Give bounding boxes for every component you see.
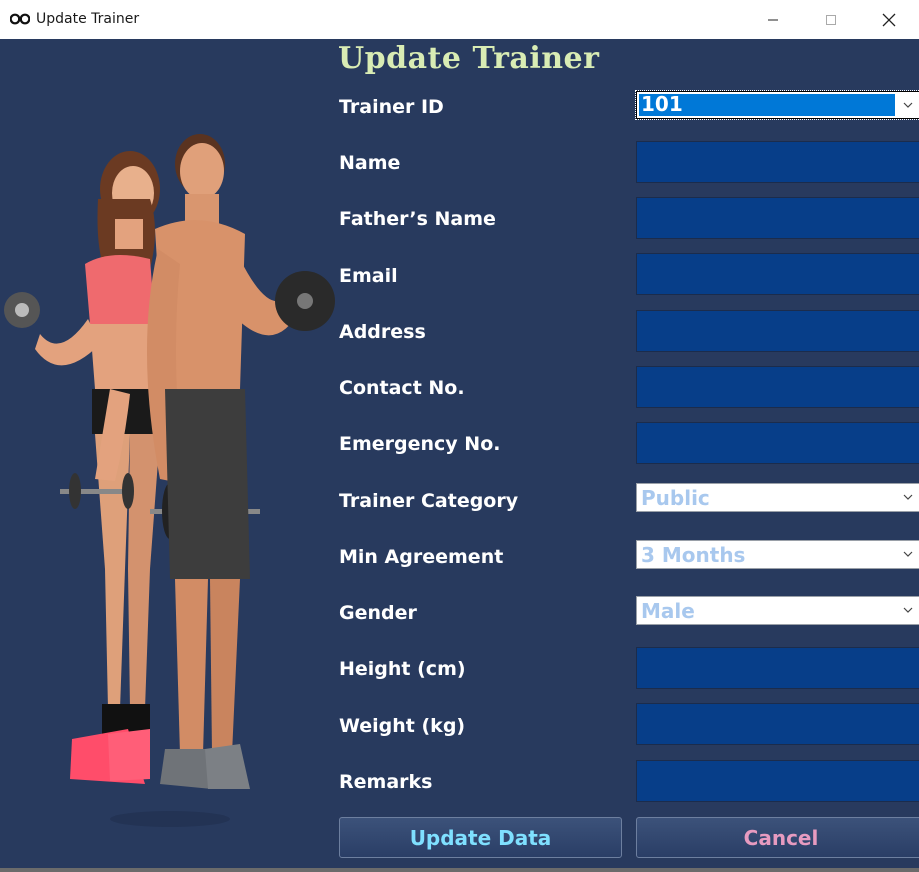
cancel-button[interactable]: Cancel	[636, 817, 919, 858]
emergency-no-label: Emergency No.	[339, 433, 501, 455]
remarks-field[interactable]	[636, 760, 919, 802]
chevron-down-icon	[903, 607, 913, 613]
address-field[interactable]	[636, 310, 919, 352]
trainer-id-label: Trainer ID	[339, 96, 444, 118]
dumbbell-icon	[10, 13, 30, 25]
contact-no-field[interactable]	[636, 366, 919, 408]
minimize-icon	[768, 19, 778, 20]
gender-combo[interactable]: Male	[636, 596, 919, 625]
chevron-down-icon	[903, 551, 913, 557]
update-data-button[interactable]: Update Data	[339, 817, 622, 858]
title-bar: Update Trainer	[0, 0, 919, 39]
gender-label: Gender	[339, 602, 417, 624]
window-title: Update Trainer	[36, 11, 140, 27]
minimize-button[interactable]	[750, 0, 796, 39]
min-agreement-value: 3 Months	[641, 543, 746, 567]
form-panel: Update Trainer Trainer ID 101 Name Fathe…	[0, 39, 919, 868]
height-field[interactable]	[636, 647, 919, 689]
height-label: Height (cm)	[339, 658, 466, 680]
weight-field[interactable]	[636, 703, 919, 745]
close-icon	[882, 13, 896, 26]
gender-value: Male	[641, 599, 695, 623]
name-label: Name	[339, 152, 401, 174]
min-agreement-combo[interactable]: 3 Months	[636, 540, 919, 569]
trainer-category-combo[interactable]: Public	[636, 483, 919, 512]
fitness-couple-image	[4, 134, 335, 827]
close-button[interactable]	[866, 0, 912, 39]
weight-label: Weight (kg)	[339, 715, 466, 737]
emergency-no-field[interactable]	[636, 422, 919, 464]
fathers-name-label: Father’s Name	[339, 208, 496, 230]
email-field[interactable]	[636, 253, 919, 295]
address-label: Address	[339, 321, 426, 343]
maximize-button[interactable]	[808, 0, 854, 39]
form-heading: Update Trainer	[338, 41, 600, 76]
name-field[interactable]	[636, 141, 919, 183]
maximize-icon	[826, 14, 836, 25]
woman-figure	[4, 151, 160, 784]
update-trainer-window: Update Trainer Update Trainer Trainer ID…	[0, 0, 919, 868]
trainer-id-value: 101	[641, 92, 683, 116]
trainer-id-combo[interactable]: 101	[635, 90, 919, 120]
email-label: Email	[339, 265, 398, 287]
chevron-down-icon	[903, 102, 913, 108]
remarks-label: Remarks	[339, 771, 433, 793]
min-agreement-label: Min Agreement	[339, 546, 504, 568]
chevron-down-icon	[903, 494, 913, 500]
contact-no-label: Contact No.	[339, 377, 465, 399]
trainer-category-value: Public	[641, 486, 710, 510]
trainer-category-label: Trainer Category	[339, 490, 519, 512]
fathers-name-field[interactable]	[636, 197, 919, 239]
